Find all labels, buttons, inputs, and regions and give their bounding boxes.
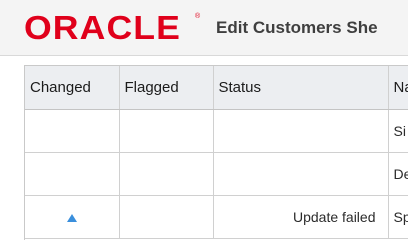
table-row[interactable]: Update failed Sp	[25, 195, 408, 239]
status-cell[interactable]	[213, 152, 389, 196]
status-cell[interactable]	[213, 109, 389, 153]
up-arrow-icon	[66, 213, 77, 222]
changed-cell[interactable]	[25, 109, 120, 153]
table-row[interactable]: Si	[25, 109, 408, 153]
flagged-cell[interactable]	[119, 109, 214, 153]
flagged-cell[interactable]	[119, 195, 214, 239]
oracle-logo: ORACLE	[24, 9, 181, 46]
header-spacer	[0, 56, 408, 64]
name-cell[interactable]: Sp	[388, 195, 408, 239]
status-cell[interactable]: Update failed	[213, 195, 389, 239]
header-row: Changed Flagged Status Na	[25, 66, 408, 110]
customers-table: Changed Flagged Status Na Si De	[24, 65, 408, 240]
column-header-name[interactable]: Na	[388, 66, 408, 110]
registered-mark: ®	[195, 13, 201, 20]
column-header-flagged[interactable]: Flagged	[119, 66, 214, 110]
flagged-cell[interactable]	[119, 152, 214, 196]
column-header-status[interactable]: Status	[213, 66, 389, 110]
header-bar: ORACLE ® Edit Customers She	[0, 0, 408, 56]
table-row[interactable]: De	[25, 152, 408, 196]
page-title: Edit Customers She	[216, 18, 378, 37]
column-header-changed[interactable]: Changed	[25, 66, 120, 110]
customers-grid: Changed Flagged Status Na Si De	[25, 66, 408, 239]
app-window: ORACLE ® Edit Customers She Changed Flag…	[0, 0, 408, 240]
name-cell[interactable]: De	[388, 152, 408, 196]
changed-cell[interactable]	[25, 152, 120, 196]
changed-cell[interactable]	[25, 195, 120, 239]
name-cell[interactable]: Si	[388, 109, 408, 153]
